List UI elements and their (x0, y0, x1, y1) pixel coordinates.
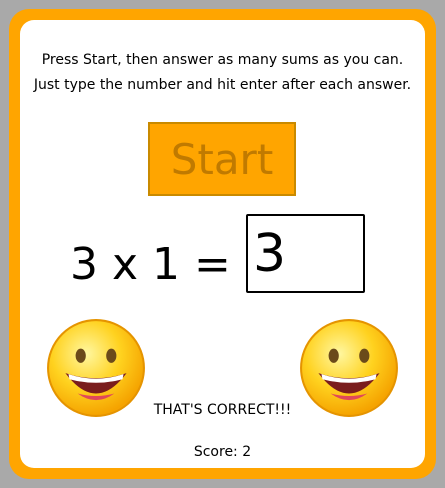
start-button[interactable]: Start (148, 122, 296, 196)
instructions-text: Press Start, then answer as many sums as… (33, 52, 412, 93)
game-frame: Press Start, then answer as many sums as… (9, 9, 436, 479)
operand-a: 3 (70, 239, 98, 290)
equals-sign: = (194, 239, 231, 290)
score-label: Score: (193, 444, 238, 460)
feedback-text: THAT'S CORRECT!!! (153, 402, 292, 418)
equation: 3 x 1 = (70, 240, 231, 290)
game-card: Press Start, then answer as many sums as… (20, 20, 425, 468)
score-value: 2 (242, 444, 252, 460)
operand-b: 1 (152, 239, 181, 290)
operator: x (112, 239, 139, 290)
start-button-label: Start (170, 134, 274, 184)
score-display: Score: 2 (20, 444, 425, 460)
answer-input[interactable] (246, 214, 365, 293)
